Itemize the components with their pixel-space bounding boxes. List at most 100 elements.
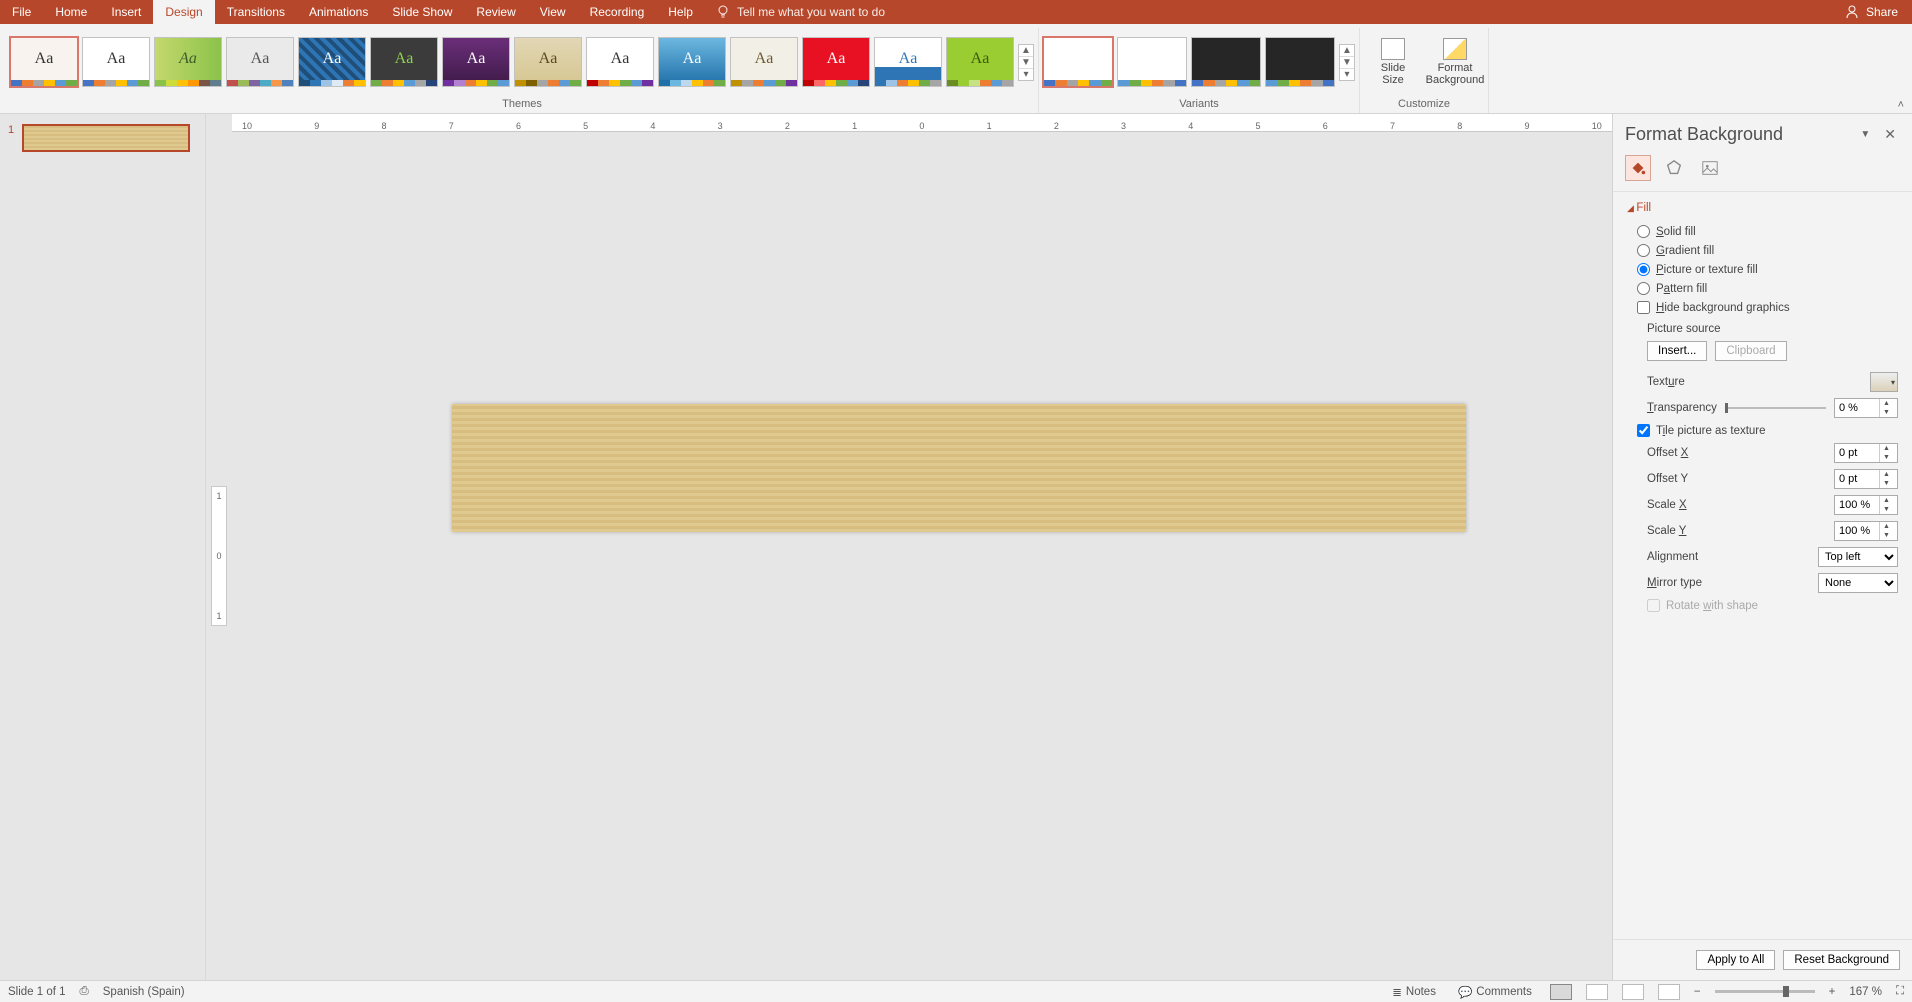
collapse-ribbon-icon[interactable]: ˄: [1898, 99, 1904, 111]
scale-y-input[interactable]: ▲▼: [1834, 521, 1898, 541]
theme-thumb-1[interactable]: Aa: [10, 37, 78, 87]
transparency-slider[interactable]: [1725, 407, 1826, 409]
offset-x-input[interactable]: ▲▼: [1834, 443, 1898, 463]
variants-scroll-down[interactable]: ▼: [1340, 57, 1354, 69]
theme-thumb-8[interactable]: Aa: [514, 37, 582, 87]
tab-insert[interactable]: Insert: [99, 0, 153, 24]
theme-thumb-11[interactable]: Aa: [730, 37, 798, 87]
reset-background-button[interactable]: Reset Background: [1783, 950, 1900, 970]
tab-transitions[interactable]: Transitions: [215, 0, 297, 24]
label-pattern-fill: Pattern fill: [1656, 283, 1707, 295]
paint-bucket-icon: [1629, 159, 1647, 177]
pane-tab-fill[interactable]: [1625, 155, 1651, 181]
variant-thumb-1[interactable]: [1043, 37, 1113, 87]
tab-view[interactable]: View: [528, 0, 578, 24]
radio-picture-fill[interactable]: [1637, 263, 1650, 276]
slide-thumbnail-1[interactable]: 1: [8, 124, 197, 152]
section-fill[interactable]: Fill: [1627, 202, 1898, 214]
insert-picture-button[interactable]: Insert...: [1647, 341, 1707, 361]
themes-more[interactable]: ▾: [1019, 69, 1033, 80]
alignment-select[interactable]: Top left: [1818, 547, 1898, 567]
label-picture-source: Picture source: [1627, 317, 1898, 337]
checkbox-hide-bg[interactable]: [1637, 301, 1650, 314]
accessibility-icon[interactable]: ⎙: [80, 985, 89, 998]
transparency-input[interactable]: ▲▼: [1834, 398, 1898, 418]
ruler-vertical: 101: [206, 132, 232, 980]
radio-solid-fill[interactable]: [1637, 225, 1650, 238]
slide-canvas[interactable]: [452, 404, 1466, 532]
variant-thumb-4[interactable]: [1265, 37, 1335, 87]
scale-x-input[interactable]: ▲▼: [1834, 495, 1898, 515]
fit-to-window-button[interactable]: ⛶: [1896, 985, 1904, 998]
zoom-in-button[interactable]: +: [1829, 986, 1836, 998]
format-background-button[interactable]: Format Background: [1426, 32, 1484, 92]
group-themes: Aa Aa Aa Aa Aa Aa Aa Aa Aa Aa Aa Aa Aa A…: [6, 28, 1039, 113]
ruler-horizontal: 10987654321012345678910: [232, 114, 1612, 132]
view-normal-button[interactable]: [1550, 984, 1572, 1000]
theme-thumb-7[interactable]: Aa: [442, 37, 510, 87]
editor-area[interactable]: 10987654321012345678910 101: [206, 114, 1612, 980]
zoom-slider[interactable]: [1715, 990, 1815, 993]
variant-thumb-2[interactable]: [1117, 37, 1187, 87]
notes-button[interactable]: ≣Notes: [1388, 985, 1440, 999]
pane-tab-picture[interactable]: [1697, 155, 1723, 181]
tab-review[interactable]: Review: [464, 0, 527, 24]
checkbox-tile[interactable]: [1637, 424, 1650, 437]
lightbulb-icon: [715, 4, 731, 20]
comments-label: Comments: [1476, 986, 1532, 998]
pane-title: Format Background: [1625, 124, 1783, 145]
zoom-level[interactable]: 167 %: [1849, 986, 1882, 998]
mirror-select[interactable]: None: [1818, 573, 1898, 593]
ribbon-design: Aa Aa Aa Aa Aa Aa Aa Aa Aa Aa Aa Aa Aa A…: [0, 24, 1912, 114]
theme-thumb-10[interactable]: Aa: [658, 37, 726, 87]
radio-gradient-fill[interactable]: [1637, 244, 1650, 257]
tab-home[interactable]: Home: [43, 0, 99, 24]
status-language[interactable]: Spanish (Spain): [103, 986, 185, 998]
group-variants: ▲ ▼ ▾ Variants: [1039, 28, 1360, 113]
clipboard-button: Clipboard: [1715, 341, 1786, 361]
pane-tab-effects[interactable]: [1661, 155, 1687, 181]
radio-pattern-fill[interactable]: [1637, 282, 1650, 295]
slide-size-button[interactable]: Slide Size: [1364, 32, 1422, 92]
tab-slideshow[interactable]: Slide Show: [380, 0, 464, 24]
checkbox-rotate: [1647, 599, 1660, 612]
tell-me-label: Tell me what you want to do: [737, 5, 885, 19]
label-offset-y: Offset Y: [1647, 473, 1828, 485]
themes-scroll-down[interactable]: ▼: [1019, 57, 1033, 69]
apply-to-all-button[interactable]: Apply to All: [1696, 950, 1775, 970]
pane-dropdown-icon[interactable]: ▼: [1860, 129, 1870, 140]
theme-thumb-12[interactable]: Aa: [802, 37, 870, 87]
variants-more[interactable]: ▾: [1340, 69, 1354, 80]
theme-thumb-13[interactable]: Aa: [874, 37, 942, 87]
tab-design[interactable]: Design: [153, 0, 214, 24]
theme-thumb-5[interactable]: Aa: [298, 37, 366, 87]
label-alignment: Alignment: [1647, 551, 1812, 563]
comments-button[interactable]: 💬Comments: [1454, 985, 1536, 999]
tab-file[interactable]: File: [0, 0, 43, 24]
theme-thumb-3[interactable]: Aa: [154, 37, 222, 87]
themes-scroll-up[interactable]: ▲: [1019, 45, 1033, 57]
variants-scroll-up[interactable]: ▲: [1340, 45, 1354, 57]
tell-me-search[interactable]: Tell me what you want to do: [715, 0, 885, 24]
share-button[interactable]: Share: [1830, 0, 1912, 24]
format-background-pane: Format Background ▼ ✕ Fill Solid fill Gr…: [1612, 114, 1912, 980]
texture-picker[interactable]: [1870, 372, 1898, 392]
offset-y-input[interactable]: ▲▼: [1834, 469, 1898, 489]
theme-thumb-14[interactable]: Aa: [946, 37, 1014, 87]
theme-thumb-6[interactable]: Aa: [370, 37, 438, 87]
tab-animations[interactable]: Animations: [297, 0, 380, 24]
view-reading-button[interactable]: [1622, 984, 1644, 1000]
tab-help[interactable]: Help: [656, 0, 705, 24]
theme-thumb-9[interactable]: Aa: [586, 37, 654, 87]
view-slideshow-button[interactable]: [1658, 984, 1680, 1000]
label-offset-x: Offset X: [1647, 447, 1828, 459]
zoom-out-button[interactable]: −: [1694, 986, 1701, 998]
theme-thumb-4[interactable]: Aa: [226, 37, 294, 87]
share-icon: [1844, 4, 1860, 20]
pane-close-icon[interactable]: ✕: [1880, 126, 1900, 143]
variant-thumb-3[interactable]: [1191, 37, 1261, 87]
label-rotate: Rotate with shape: [1666, 600, 1758, 612]
tab-recording[interactable]: Recording: [578, 0, 657, 24]
theme-thumb-2[interactable]: Aa: [82, 37, 150, 87]
view-sorter-button[interactable]: [1586, 984, 1608, 1000]
